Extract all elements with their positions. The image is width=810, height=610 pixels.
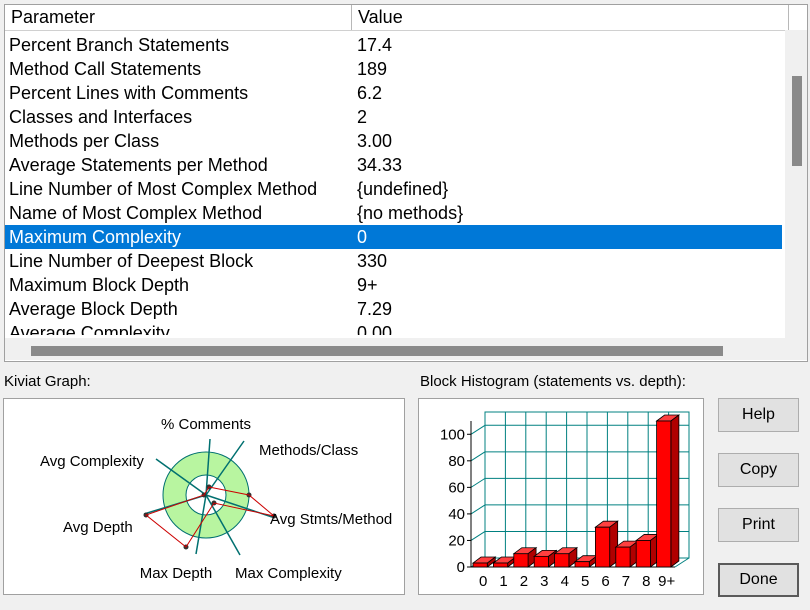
histogram-x-tick-label: 0 [479,573,487,590]
value-cell: 17.4 [357,35,393,55]
histogram-y-tick-label: 100 [440,426,465,443]
histogram-gridline [470,451,486,462]
histogram-gridline [470,424,486,435]
histogram-bar [615,546,631,568]
kiviat-graph: % Comments Methods/Class Avg Stmts/Method M… [40,416,392,582]
table-row[interactable]: Method Call Statements 189 [5,57,782,81]
histogram-y-tick-label: 40 [448,506,465,523]
histogram-bar [635,540,651,568]
histogram-y-tick-label: 60 [448,479,465,496]
parameter-cell: Average Complexity [9,323,170,335]
histogram-x-tick-label: 5 [581,573,589,590]
histogram-gridline [470,531,486,541]
table-header: Parameter Value [5,5,789,31]
kiviat-axis-label: Avg Complexity [40,453,144,470]
done-button[interactable]: Done [718,563,799,597]
parameter-column-header[interactable]: Parameter [5,5,352,30]
parameter-cell: Method Call Statements [9,59,202,79]
kiviat-graph-label: Kiviat Graph: [4,373,91,390]
kiviat-axis-label: Max Complexity [235,565,342,582]
histogram-bar [472,562,488,568]
histogram-x-tick-label: 4 [561,573,569,590]
parameter-cell: Percent Branch Statements [9,35,230,55]
table-row[interactable]: Line Number of Deepest Block 330 [5,249,782,273]
histogram-bar [656,420,672,568]
histogram-x-tick-label: 8 [642,573,650,590]
parameter-cell: Average Block Depth [9,299,178,319]
parameter-cell: Line Number of Most Complex Method [9,179,318,199]
scroll-corner [785,338,807,360]
help-button[interactable]: Help [718,398,799,432]
vertical-scrollbar[interactable] [785,30,807,340]
table-row[interactable]: Percent Branch Statements 17.4 [5,33,782,57]
kiviat-graph-panel: % Comments Methods/Class Avg Stmts/Method M… [3,398,405,595]
value-cell: 2 [357,107,368,127]
parameter-cell: Methods per Class [9,131,160,151]
histogram-y-tick-label: 80 [448,453,465,470]
histogram-x-tick-label: 3 [540,573,548,590]
kiviat-axis-label: % Comments [161,416,251,433]
histogram-bar [594,526,611,568]
histogram-x-tick-label: 7 [622,573,630,590]
parameter-cell: Name of Most Complex Method [9,203,263,223]
histogram-y-tick-label: 0 [457,559,465,576]
table-row[interactable]: Line Number of Most Complex Method {undef… [5,177,782,201]
histogram-bar [513,553,529,568]
value-cell: 189 [357,59,388,79]
block-histogram-label: Block Histogram (statements vs. depth): [420,373,686,390]
parameter-cell: Percent Lines with Comments [9,83,249,103]
histogram-x-tick-label: 9+ [658,573,675,590]
histogram-gridline [470,504,486,515]
horizontal-scrollbar[interactable] [5,338,787,360]
histogram-y-tick-label: 20 [448,532,465,549]
value-cell: 330 [357,251,388,271]
value-column-header[interactable]: Value [352,5,789,30]
kiviat-axis-label: Avg Stmts/Method [270,511,392,528]
histogram-bar [554,553,570,568]
table-row[interactable]: Average Block Depth 7.29 [5,297,782,321]
histogram-bar [493,562,509,568]
table-row[interactable]: Maximum Complexity 0 [5,225,782,249]
histogram-x-tick-label: 6 [601,573,609,590]
table-row[interactable]: Average Statements per Method 34.33 [5,153,782,177]
horizontal-scroll-thumb[interactable] [31,346,723,356]
block-histogram-panel: 0 20 40 60 80 100 0 1 2 3 4 5 6 7 8 9+ [418,398,704,595]
value-cell: 0 [357,227,368,247]
value-cell: 7.29 [357,299,393,319]
parameter-cell: Line Number of Deepest Block [9,251,254,271]
vertical-scroll-thumb[interactable] [792,76,802,166]
histogram-gridline [470,477,486,488]
histogram-x-tick-label: 1 [499,573,507,590]
histogram-x-tick-label: 2 [520,573,528,590]
parameter-cell: Classes and Interfaces [9,107,193,127]
histogram-bar-side [670,414,680,568]
histogram-bar [574,561,590,568]
value-cell: {no methods} [357,203,464,223]
histogram-bar [533,555,549,568]
table-row[interactable]: Maximum Block Depth 9+ [5,273,782,297]
parameter-cell: Maximum Complexity [9,227,182,247]
kiviat-axis-label: Avg Depth [63,519,133,536]
value-cell: 34.33 [357,155,403,175]
table-row[interactable]: Average Complexity 0.00 [5,321,782,335]
kiviat-axis-label: Max Depth [140,565,213,582]
value-cell: 3.00 [357,131,393,151]
table-row[interactable]: Name of Most Complex Method {no methods} [5,201,782,225]
metrics-table: Parameter Value Percent Branch Statement… [4,4,808,362]
kiviat-axis-label: Methods/Class [259,442,358,459]
table-rows: Percent Branch Statements 17.4 Method Call… [5,33,782,335]
block-histogram: 0204060801000 1 2 3 4 5 6 7 8 9+ [440,411,690,590]
print-button[interactable]: Print [718,508,799,542]
table-row[interactable]: Methods per Class 3.00 [5,129,782,153]
copy-button[interactable]: Copy [718,453,799,487]
value-cell: {undefined} [357,179,449,199]
table-row[interactable]: Percent Lines with Comments 6.2 [5,81,782,105]
parameter-cell: Average Statements per Method [9,155,268,175]
parameter-cell: Maximum Block Depth [9,275,190,295]
table-row[interactable]: Classes and Interfaces 2 [5,105,782,129]
value-cell: 9+ [357,275,378,295]
value-cell: 6.2 [357,83,383,103]
value-cell: 0.00 [357,323,393,335]
